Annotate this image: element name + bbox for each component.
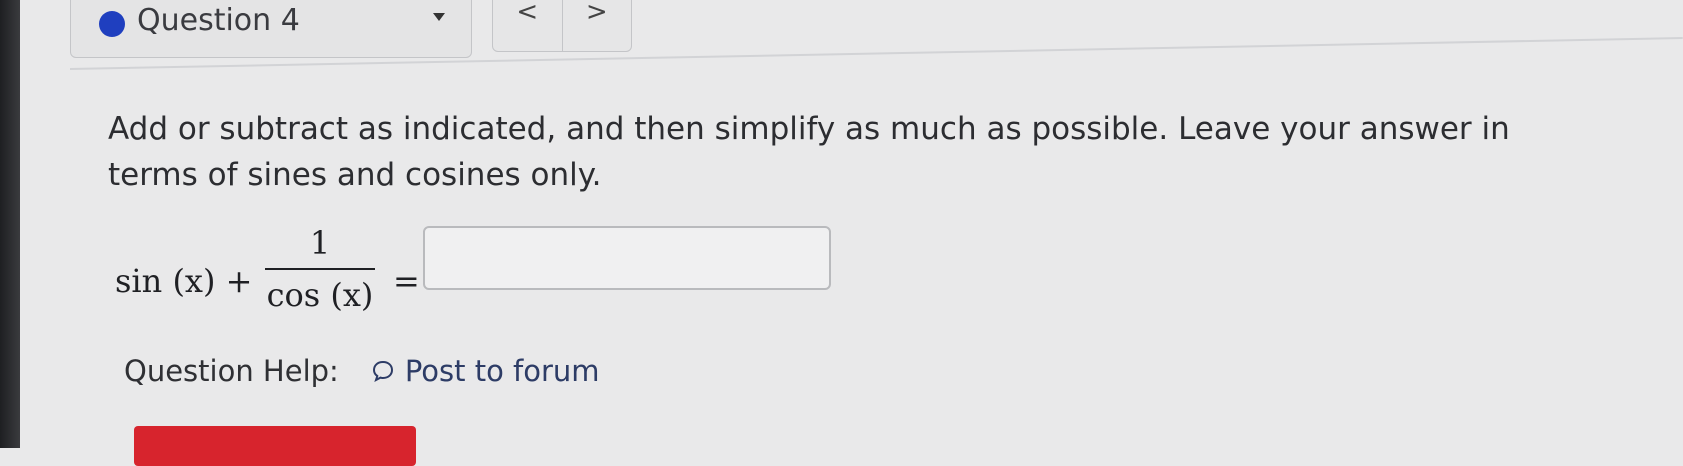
expression-left: sin (x) + [115, 262, 263, 300]
equals-sign: = [393, 262, 420, 300]
speech-bubble-icon [372, 360, 393, 383]
previous-question-button[interactable]: < [493, 0, 562, 51]
question-label: Question 4 [137, 3, 300, 38]
post-to-forum-link[interactable]: Post to forum [371, 354, 600, 388]
fraction-bar [265, 268, 375, 270]
question-help: Question Help: Post to forum [124, 354, 600, 388]
fraction-numerator: 1 [309, 224, 331, 262]
screen-bezel [0, 0, 20, 448]
next-question-button[interactable]: > [561, 0, 632, 51]
status-dot-icon [99, 11, 125, 37]
question-selector[interactable]: Question 4 [70, 0, 472, 58]
submit-button[interactable] [134, 426, 416, 466]
math-expression: sin (x) + 1 cos (x) = [115, 222, 855, 332]
post-to-forum-label: Post to forum [404, 354, 600, 388]
question-nav: < > [492, 0, 632, 52]
caret-down-icon[interactable] [433, 13, 445, 21]
question-prompt: Add or subtract as indicated, and then s… [108, 111, 1510, 193]
fraction: 1 cos (x) [265, 222, 375, 316]
answer-input[interactable] [423, 226, 831, 290]
fraction-denominator: cos (x) [266, 276, 374, 314]
question-help-label: Question Help: [124, 354, 339, 388]
